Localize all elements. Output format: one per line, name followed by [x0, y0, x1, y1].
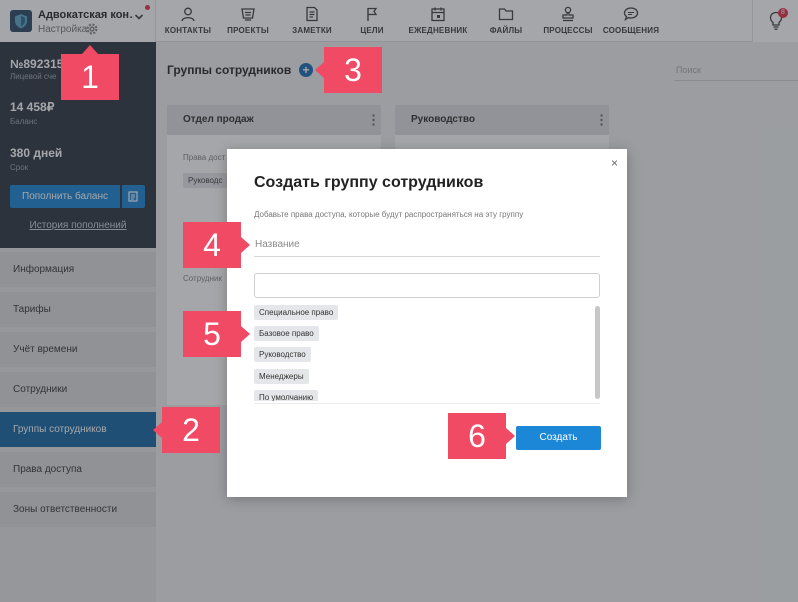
right-option[interactable]: Руководство	[254, 347, 311, 362]
right-option[interactable]: Базовое право	[254, 326, 319, 341]
close-icon[interactable]: ×	[611, 156, 618, 170]
rights-scrollbar[interactable]	[595, 306, 600, 399]
rights-filter-input[interactable]	[254, 273, 600, 298]
scrollbar-thumb[interactable]	[595, 306, 600, 399]
create-button[interactable]: Создать	[516, 426, 601, 450]
callout-5: 5	[183, 311, 250, 357]
modal-title: Создать группу сотрудников	[254, 174, 484, 191]
callout-6: 6	[448, 413, 515, 459]
divider	[254, 403, 600, 404]
create-group-modal: × Создать группу сотрудников Добавьте пр…	[227, 149, 627, 497]
modal-description: Добавьте права доступа, которые будут ра…	[254, 210, 524, 219]
group-name-input[interactable]	[254, 233, 600, 257]
callout-4: 4	[183, 222, 250, 268]
right-option[interactable]: Менеджеры	[254, 369, 309, 384]
callout-1: 1	[61, 45, 119, 100]
callout-2: 2	[153, 407, 220, 453]
right-option[interactable]: По умолчанию	[254, 390, 319, 401]
right-option[interactable]: Специальное право	[254, 305, 339, 320]
rights-list: Специальное право Базовое право Руководс…	[254, 305, 600, 401]
callout-3: 3	[315, 47, 382, 93]
